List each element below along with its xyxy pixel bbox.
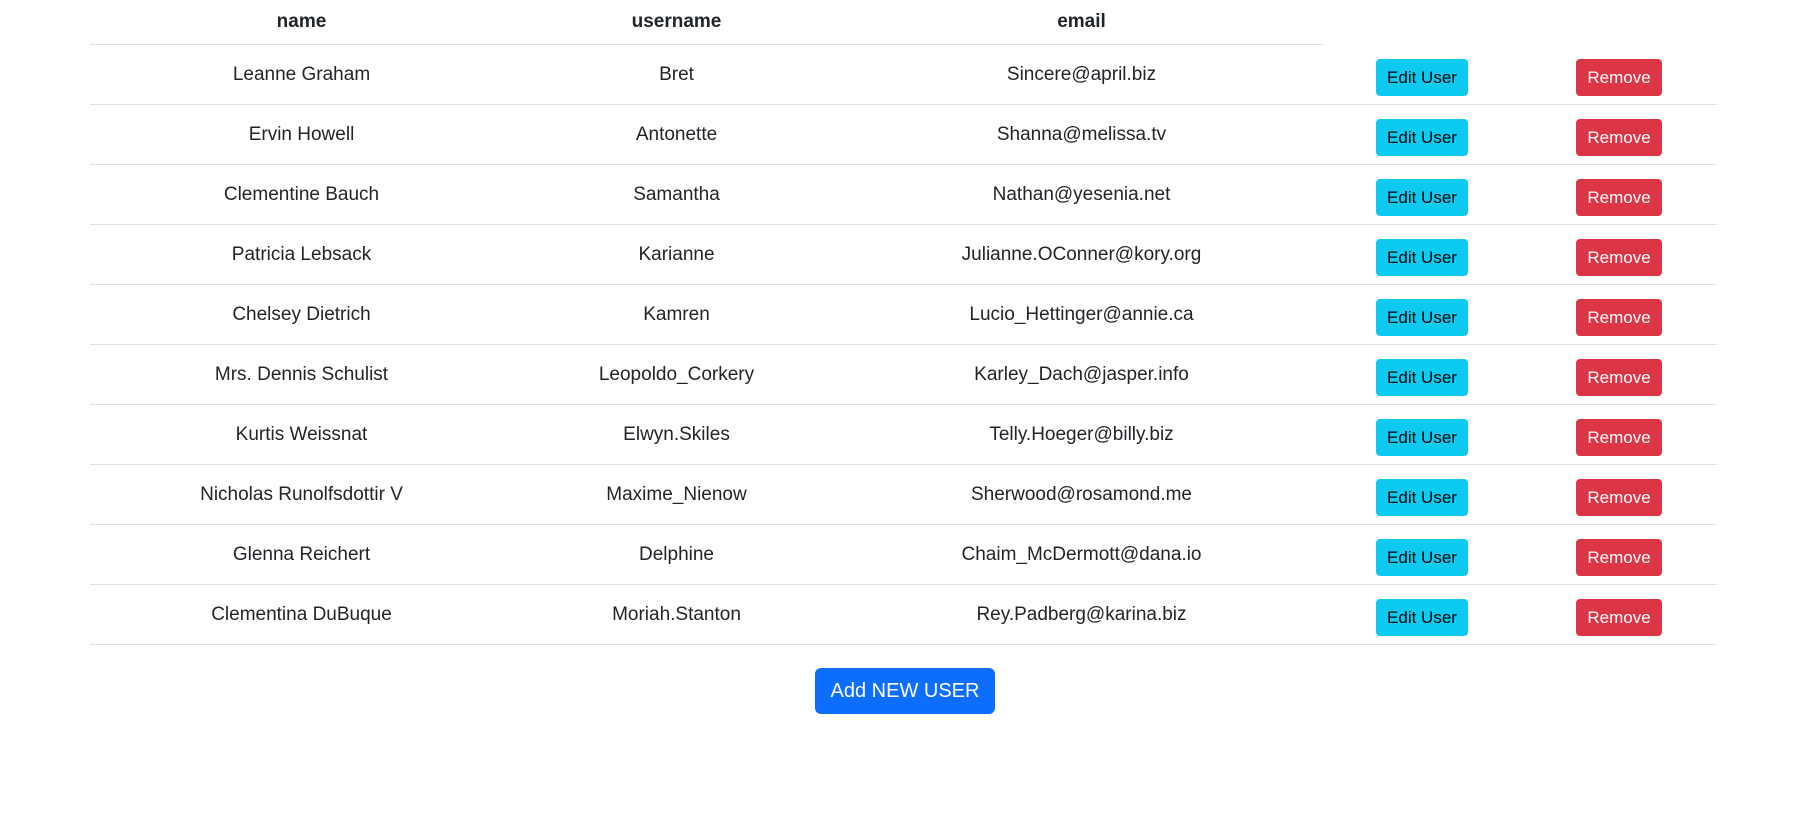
cell-name: Ervin Howell bbox=[90, 104, 513, 165]
edit-user-button[interactable]: Edit User bbox=[1376, 58, 1468, 96]
column-header-edit bbox=[1323, 0, 1521, 45]
cell-username: Moriah.Stanton bbox=[513, 584, 840, 645]
edit-user-button[interactable]: Edit User bbox=[1376, 599, 1468, 636]
cell-username: Leopoldo_Corkery bbox=[513, 344, 840, 405]
cell-username: Delphine bbox=[513, 524, 840, 585]
cell-edit: Edit User bbox=[1323, 404, 1521, 465]
table-row: Leanne Graham Bret Sincere@april.biz Edit U… bbox=[90, 44, 1717, 105]
cell-edit: Edit User bbox=[1323, 104, 1521, 165]
cell-remove: Remove bbox=[1521, 584, 1717, 645]
remove-user-button[interactable]: Remove bbox=[1576, 299, 1662, 336]
cell-email: Chaim_McDermott@dana.io bbox=[840, 524, 1323, 585]
remove-user-button[interactable]: Remove bbox=[1576, 58, 1662, 96]
cell-remove: Remove bbox=[1521, 284, 1717, 345]
table-body: Leanne Graham Bret Sincere@april.biz Edit U… bbox=[90, 44, 1717, 645]
cell-remove: Remove bbox=[1521, 464, 1717, 525]
edit-user-button[interactable]: Edit User bbox=[1376, 539, 1468, 576]
cell-edit: Edit User bbox=[1323, 44, 1521, 105]
cell-name: Glenna Reichert bbox=[90, 524, 513, 585]
column-header-email: email bbox=[840, 0, 1323, 45]
remove-user-button[interactable]: Remove bbox=[1576, 599, 1662, 636]
table-row: Patricia Lebsack Karianne Julianne.OConner… bbox=[90, 224, 1717, 285]
cell-remove: Remove bbox=[1521, 344, 1717, 405]
cell-username: Antonette bbox=[513, 104, 840, 165]
cell-email: Julianne.OConner@kory.org bbox=[840, 224, 1323, 285]
edit-user-button[interactable]: Edit User bbox=[1376, 239, 1468, 276]
remove-user-button[interactable]: Remove bbox=[1576, 419, 1662, 456]
table-row: Glenna Reichert Delphine Chaim_McDermott@d… bbox=[90, 524, 1717, 585]
table-row: Kurtis Weissnat Elwyn.Skiles Telly.Hoeger@… bbox=[90, 404, 1717, 465]
cell-remove: Remove bbox=[1521, 164, 1717, 225]
cell-name: Clementine Bauch bbox=[90, 164, 513, 225]
edit-user-button[interactable]: Edit User bbox=[1376, 479, 1468, 516]
cell-username: Bret bbox=[513, 44, 840, 105]
add-new-user-button[interactable]: Add NEW USER bbox=[814, 668, 996, 714]
edit-user-button[interactable]: Edit User bbox=[1376, 299, 1468, 336]
remove-user-button[interactable]: Remove bbox=[1576, 179, 1662, 216]
cell-email: Sincere@april.biz bbox=[840, 44, 1323, 105]
cell-username: Kamren bbox=[513, 284, 840, 345]
cell-edit: Edit User bbox=[1323, 284, 1521, 345]
remove-user-button[interactable]: Remove bbox=[1576, 539, 1662, 576]
cell-email: Nathan@yesenia.net bbox=[840, 164, 1323, 225]
cell-email: Lucio_Hettinger@annie.ca bbox=[840, 284, 1323, 345]
cell-name: Leanne Graham bbox=[90, 44, 513, 105]
cell-name: Clementina DuBuque bbox=[90, 584, 513, 645]
column-header-remove bbox=[1521, 0, 1717, 45]
cell-username: Elwyn.Skiles bbox=[513, 404, 840, 465]
cell-edit: Edit User bbox=[1323, 344, 1521, 405]
cell-name: Mrs. Dennis Schulist bbox=[90, 344, 513, 405]
remove-user-button[interactable]: Remove bbox=[1576, 479, 1662, 516]
cell-name: Nicholas Runolfsdottir V bbox=[90, 464, 513, 525]
cell-edit: Edit User bbox=[1323, 464, 1521, 525]
cell-edit: Edit User bbox=[1323, 584, 1521, 645]
cell-name: Patricia Lebsack bbox=[90, 224, 513, 285]
cell-remove: Remove bbox=[1521, 404, 1717, 465]
cell-remove: Remove bbox=[1521, 224, 1717, 285]
table-header: name username email bbox=[90, 0, 1717, 45]
table-row: Clementina DuBuque Moriah.Stanton Rey.Padb… bbox=[90, 584, 1717, 645]
column-header-name: name bbox=[90, 0, 513, 45]
edit-user-button[interactable]: Edit User bbox=[1376, 119, 1468, 156]
cell-username: Maxime_Nienow bbox=[513, 464, 840, 525]
edit-user-button[interactable]: Edit User bbox=[1376, 179, 1468, 216]
cell-username: Karianne bbox=[513, 224, 840, 285]
table-row: Clementine Bauch Samantha Nathan@yesenia.n… bbox=[90, 164, 1717, 225]
header-row: name username email bbox=[90, 0, 1717, 45]
cell-remove: Remove bbox=[1521, 524, 1717, 585]
table-row: Chelsey Dietrich Kamren Lucio_Hettinger@an… bbox=[90, 284, 1717, 345]
cell-edit: Edit User bbox=[1323, 524, 1521, 585]
remove-user-button[interactable]: Remove bbox=[1576, 119, 1662, 156]
cell-edit: Edit User bbox=[1323, 224, 1521, 285]
cell-email: Karley_Dach@jasper.info bbox=[840, 344, 1323, 405]
edit-user-button[interactable]: Edit User bbox=[1376, 419, 1468, 456]
table-row: Nicholas Runolfsdottir V Maxime_Nienow She… bbox=[90, 464, 1717, 525]
cell-remove: Remove bbox=[1521, 104, 1717, 165]
cell-name: Kurtis Weissnat bbox=[90, 404, 513, 465]
edit-user-button[interactable]: Edit User bbox=[1376, 359, 1468, 396]
table-row: Mrs. Dennis Schulist Leopoldo_Corkery Karl… bbox=[90, 344, 1717, 405]
cell-email: Rey.Padberg@karina.biz bbox=[840, 584, 1323, 645]
table-row: Ervin Howell Antonette Shanna@melissa.tv Ed… bbox=[90, 104, 1717, 165]
cell-name: Chelsey Dietrich bbox=[90, 284, 513, 345]
cell-remove: Remove bbox=[1521, 44, 1717, 105]
column-header-username: username bbox=[513, 0, 840, 45]
cell-email: Telly.Hoeger@billy.biz bbox=[840, 404, 1323, 465]
add-user-area: Add NEW USER bbox=[0, 668, 1795, 714]
cell-email: Sherwood@rosamond.me bbox=[840, 464, 1323, 525]
cell-username: Samantha bbox=[513, 164, 840, 225]
cell-email: Shanna@melissa.tv bbox=[840, 104, 1323, 165]
remove-user-button[interactable]: Remove bbox=[1576, 239, 1662, 276]
page: name username email Leanne Graham Bret Sin… bbox=[0, 0, 1795, 813]
cell-edit: Edit User bbox=[1323, 164, 1521, 225]
users-table: name username email Leanne Graham Bret Sin… bbox=[90, 0, 1717, 645]
remove-user-button[interactable]: Remove bbox=[1576, 359, 1662, 396]
